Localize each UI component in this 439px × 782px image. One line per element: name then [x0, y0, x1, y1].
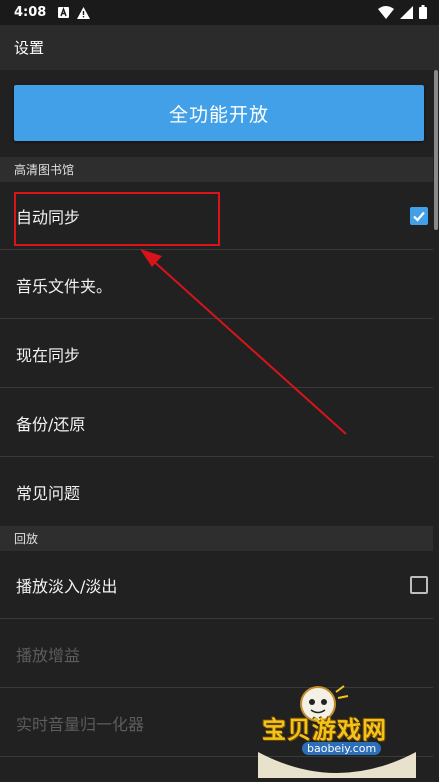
watermark-text: 宝贝游戏网 — [262, 716, 387, 744]
section-header-playback: 回放 — [0, 526, 433, 551]
auto-sync-checkbox[interactable] — [410, 206, 428, 225]
setting-row-sync-now[interactable]: 现在同步 — [0, 320, 433, 388]
setting-row-playback-fade[interactable]: 播放淡入/淡出 — [0, 551, 433, 619]
setting-label: 音乐文件夹。 — [16, 276, 113, 296]
watermark-logo: 宝贝游戏网 baobeiy.com — [248, 682, 426, 778]
setting-label: 备份/还原 — [16, 414, 86, 434]
scrollbar[interactable] — [434, 70, 438, 230]
status-time: 4:08 — [14, 5, 47, 20]
unlock-button-label: 全功能开放 — [168, 103, 269, 126]
battery-icon — [419, 5, 427, 19]
status-bar: 4:08 — [0, 0, 439, 25]
setting-row-replay-gain[interactable]: 播放增益 — [0, 620, 433, 688]
section-header-label: 高清图书馆 — [14, 163, 75, 177]
section-header-library: 高清图书馆 — [0, 157, 433, 182]
warning-icon — [77, 6, 91, 19]
checkmark-icon — [413, 211, 425, 222]
section-header-label: 回放 — [14, 532, 39, 546]
app-bar: 设置 — [0, 25, 439, 70]
setting-label: 播放淡入/淡出 — [16, 576, 118, 596]
setting-row-backup-restore[interactable]: 备份/还原 — [0, 389, 433, 457]
setting-label: 常见问题 — [16, 484, 81, 503]
signal-icon — [400, 5, 413, 19]
setting-row-auto-sync[interactable]: 自动同步 — [0, 182, 433, 250]
page-title: 设置 — [14, 39, 45, 57]
wifi-icon — [378, 5, 394, 19]
unlock-all-features-button[interactable]: 全功能开放 — [14, 85, 424, 141]
a-notification-icon — [58, 7, 70, 18]
setting-label: 实时音量归一化器 — [16, 714, 145, 734]
watermark-url: baobeiy.com — [302, 742, 382, 755]
setting-row-music-folders[interactable]: 音乐文件夹。 — [0, 251, 433, 319]
setting-row-faq[interactable]: 常见问题 — [0, 458, 433, 526]
playback-fade-checkbox[interactable] — [410, 575, 428, 594]
setting-label: 播放增益 — [16, 645, 81, 665]
setting-label: 现在同步 — [16, 345, 81, 365]
setting-label: 自动同步 — [16, 207, 81, 227]
